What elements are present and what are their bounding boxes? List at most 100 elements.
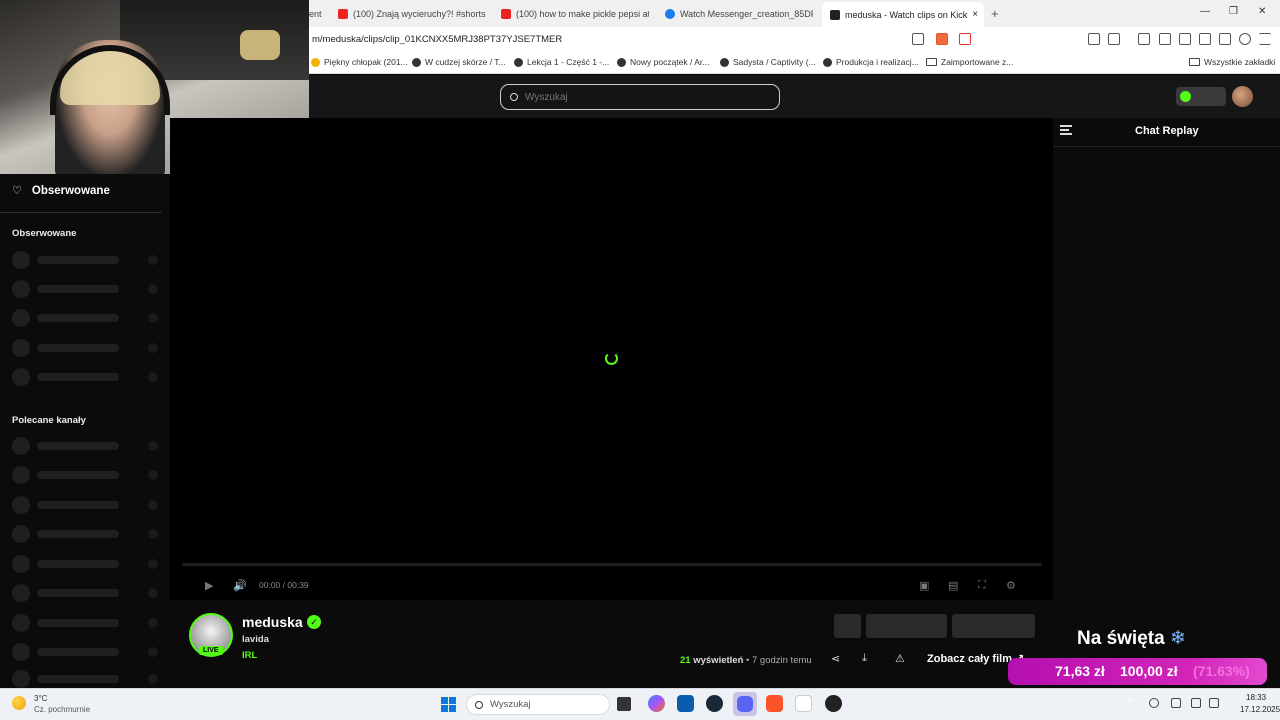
copilot-icon[interactable] bbox=[648, 695, 665, 712]
site-search[interactable] bbox=[500, 84, 780, 110]
holiday-text: Na święta bbox=[1077, 628, 1165, 649]
sidebar-icon[interactable] bbox=[1179, 33, 1191, 45]
progress-bar[interactable] bbox=[182, 563, 1042, 566]
brave-shield-icon[interactable] bbox=[936, 33, 948, 45]
skeleton-text bbox=[37, 314, 119, 322]
bookmark-favicon bbox=[412, 57, 421, 67]
share-icon[interactable] bbox=[912, 33, 924, 45]
webcam-speaker bbox=[240, 30, 280, 60]
skeleton-channel bbox=[12, 643, 160, 661]
user-avatar[interactable] bbox=[1232, 86, 1253, 107]
rewards-icon[interactable] bbox=[959, 33, 971, 45]
tray-chevron-icon[interactable]: ^ bbox=[1128, 697, 1138, 707]
close-tab-icon[interactable]: × bbox=[972, 9, 978, 20]
download-icon[interactable] bbox=[1138, 33, 1150, 45]
weather-temp[interactable]: 3°C bbox=[34, 694, 47, 703]
collapse-line bbox=[1060, 129, 1069, 131]
tray-volume-icon[interactable] bbox=[1209, 698, 1219, 708]
minimize-button[interactable]: — bbox=[1200, 6, 1210, 17]
discord-icon-active[interactable] bbox=[733, 692, 757, 716]
media-icon[interactable] bbox=[1159, 33, 1171, 45]
tray-display-icon[interactable] bbox=[1191, 698, 1201, 708]
skeleton-dot bbox=[148, 618, 158, 628]
recommended-heading: Polecane kanały bbox=[12, 415, 86, 426]
steam-icon[interactable] bbox=[706, 695, 723, 712]
skeleton-avatar bbox=[12, 643, 30, 661]
bookmark-4[interactable]: Nowy początek / Ar... bbox=[617, 57, 709, 67]
bookmark-5[interactable]: Sadysta / Captivity (... bbox=[720, 57, 816, 67]
views-count: 21 bbox=[680, 655, 691, 666]
weather-icon[interactable] bbox=[12, 696, 26, 710]
skeleton-avatar bbox=[12, 584, 30, 602]
skeleton-dot bbox=[148, 255, 158, 265]
taskbar-search[interactable]: Wyszukaj bbox=[466, 694, 610, 715]
tab-youtube-2[interactable]: (100) how to make pickle pepsi at ho bbox=[501, 4, 649, 23]
search-icon bbox=[510, 93, 518, 101]
verified-badge-icon: ✓ bbox=[307, 615, 321, 629]
brave-browser-icon[interactable] bbox=[766, 695, 783, 712]
close-window-button[interactable]: ✕ bbox=[1258, 6, 1266, 17]
goal-target: 100,00 zł bbox=[1120, 663, 1178, 679]
kick-icon bbox=[830, 9, 840, 20]
followed-button[interactable]: ♡ Obserwowane bbox=[12, 184, 110, 198]
clock-date[interactable]: 17.12.2025 bbox=[1240, 705, 1280, 714]
clip-meta: 21 wyświetleń • 7 godzin temu bbox=[680, 655, 812, 666]
maximize-button[interactable]: ❐ bbox=[1229, 6, 1238, 17]
bookmark-2[interactable]: W cudzej skórze / T... bbox=[412, 57, 506, 67]
store-icon[interactable] bbox=[677, 695, 694, 712]
goal-current: 71,63 zł bbox=[1055, 663, 1105, 679]
start-pane bbox=[449, 705, 456, 712]
volume-icon[interactable]: 🔊 bbox=[233, 579, 247, 592]
wallet-2-icon[interactable] bbox=[1199, 33, 1211, 45]
skeleton-avatar bbox=[12, 437, 30, 455]
tray-mic-icon[interactable] bbox=[1171, 698, 1181, 708]
pip-icon[interactable]: ▣ bbox=[919, 579, 929, 592]
play-icon[interactable]: ▶ bbox=[205, 579, 213, 592]
tab-kick-active[interactable]: meduska - Watch clips on Kick × bbox=[822, 2, 984, 27]
skeleton-avatar bbox=[12, 251, 30, 269]
tray-network-icon[interactable] bbox=[1149, 698, 1159, 708]
bookmark-6[interactable]: Produkcja i realizacj... bbox=[823, 57, 919, 67]
download-icon[interactable]: ⤓ bbox=[862, 652, 867, 665]
menu-icon[interactable] bbox=[1259, 33, 1271, 45]
report-icon[interactable]: ⚠ bbox=[895, 652, 905, 665]
file-explorer-icon[interactable] bbox=[617, 697, 631, 711]
theater-mode-icon[interactable]: ▤ bbox=[948, 579, 958, 592]
windows-start-icon[interactable] bbox=[441, 697, 456, 712]
bookmark-favicon bbox=[514, 57, 523, 67]
bookmark-1[interactable]: Piękny chłopak (201... bbox=[311, 57, 408, 67]
channel-name[interactable]: meduska bbox=[242, 614, 303, 630]
bookmark-3[interactable]: Lekcja 1 - Część 1 -... bbox=[514, 57, 609, 67]
collapse-line bbox=[1060, 133, 1072, 135]
skeleton-text bbox=[37, 648, 119, 656]
search-input[interactable] bbox=[525, 91, 745, 103]
weather-desc[interactable]: Cz. pochmurnie bbox=[34, 705, 90, 714]
extensions-icon[interactable] bbox=[1088, 33, 1100, 45]
settings-icon[interactable]: ⚙ bbox=[1006, 579, 1016, 592]
new-tab-button[interactable]: + bbox=[991, 4, 999, 23]
bookmark-folder[interactable]: Zaimportowane z... bbox=[926, 57, 1013, 67]
skeleton-channel bbox=[12, 614, 160, 632]
tab-youtube-1[interactable]: (100) Znają wycieruchy?! #shorts - Yo bbox=[338, 4, 486, 23]
skeleton-channel bbox=[12, 251, 160, 269]
skeleton-dot bbox=[148, 470, 158, 480]
fullscreen-icon[interactable]: ⛶ bbox=[978, 579, 986, 592]
tab-messenger[interactable]: Watch Messenger_creation_85DF11E bbox=[665, 4, 813, 23]
notepad-icon[interactable] bbox=[795, 695, 812, 712]
bookmark-favicon bbox=[720, 57, 729, 67]
skeleton-dot bbox=[148, 372, 158, 382]
vpn-icon[interactable] bbox=[1239, 33, 1251, 45]
skeleton-text bbox=[37, 619, 119, 627]
url-field[interactable]: m/meduska/clips/clip_01KCNXX5MRJ38PT37YJ… bbox=[312, 34, 562, 45]
leo-ai-icon[interactable] bbox=[1219, 33, 1231, 45]
all-bookmarks[interactable]: Wszystkie zakładki bbox=[1189, 57, 1275, 67]
category-link[interactable]: IRL bbox=[242, 650, 257, 661]
kick-user-toggle[interactable] bbox=[1176, 87, 1226, 106]
clock-time[interactable]: 18:33 bbox=[1246, 693, 1266, 702]
obs-icon[interactable] bbox=[825, 695, 842, 712]
skeleton-avatar bbox=[12, 368, 30, 386]
chat-collapse-icon[interactable] bbox=[1060, 125, 1072, 135]
wallet-icon[interactable] bbox=[1108, 33, 1120, 45]
share-icon[interactable]: ⋖ bbox=[831, 652, 840, 665]
tab-partial[interactable]: ent bbox=[309, 4, 331, 23]
